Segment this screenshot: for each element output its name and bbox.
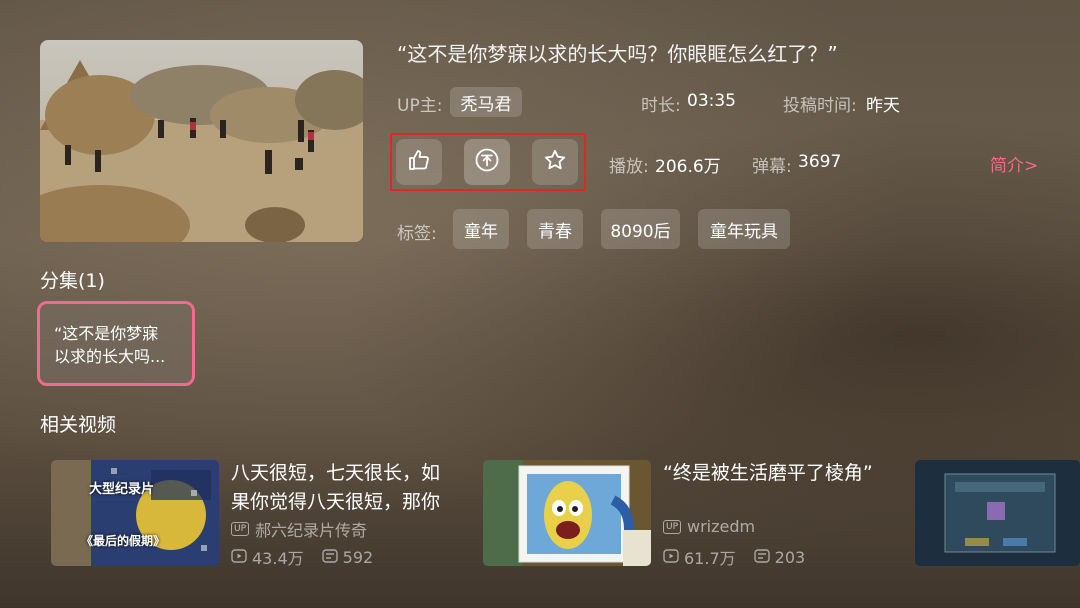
related-danmaku: 203: [774, 547, 806, 567]
posted-label: 投稿时间:: [783, 96, 857, 116]
episodes-title: 分集(1): [40, 270, 105, 292]
related-danmaku: 592: [342, 547, 374, 567]
related-up-name: 郝六纪录片传奇: [255, 521, 368, 540]
related-thumb[interactable]: [915, 460, 1080, 566]
tag-chip[interactable]: 8090后: [601, 209, 680, 249]
related-title: 相关视频: [40, 414, 117, 436]
related-thumb[interactable]: [483, 460, 651, 566]
related-title-line: 八天很短，七天很长，如: [231, 462, 441, 484]
danmaku-value: 3697: [798, 152, 842, 172]
posted-value: 昨天: [866, 96, 900, 116]
thumb-caption: 《最后的假期》: [81, 534, 166, 548]
related-item-title[interactable]: “终是被生活磨平了棱角”: [663, 459, 903, 488]
tag-chip[interactable]: 童年: [453, 209, 509, 249]
duration-label: 时长:: [641, 96, 681, 116]
episode-card[interactable]: “这不是你梦寐 以求的长大吗...: [37, 301, 195, 386]
related-thumb[interactable]: 大型纪录片 《最后的假期》: [51, 460, 219, 566]
video-title: “这不是你梦寐以求的长大吗？你眼眶怎么红了？”: [397, 42, 838, 66]
danmaku-label: 弹幕:: [752, 157, 792, 177]
like-button[interactable]: [396, 139, 442, 185]
plays-label: 播放:: [609, 157, 649, 177]
intro-link[interactable]: 简介>: [990, 151, 1038, 176]
coin-icon: [474, 147, 500, 177]
coin-button[interactable]: [464, 139, 510, 185]
play-count-icon: [663, 548, 679, 567]
play-count-icon: [231, 548, 247, 567]
related-item-title[interactable]: 八天很短，七天很长，如 果你觉得八天很短，那你: [231, 459, 463, 517]
up-label: UP主:: [397, 96, 443, 116]
tags-label: 标签:: [397, 224, 437, 244]
thumb-caption: 大型纪录片: [89, 482, 155, 497]
up-badge-icon: UP: [231, 522, 250, 536]
tag-chip[interactable]: 童年玩具: [698, 209, 790, 249]
tag-chip[interactable]: 青春: [527, 209, 583, 249]
danmaku-icon: [321, 548, 338, 567]
favorite-button[interactable]: [532, 139, 578, 185]
episode-title-line2: 以求的长大吗...: [54, 347, 166, 366]
episode-title-line1: “这不是你梦寐: [54, 324, 159, 343]
up-badge-icon: UP: [663, 519, 682, 534]
related-stats: 43.4万 592: [231, 545, 373, 569]
plays-value: 206.6万: [655, 157, 721, 177]
related-plays: 43.4万: [252, 549, 304, 568]
star-icon: [543, 148, 567, 176]
related-title-line: 果你觉得八天很短，那你: [231, 491, 441, 513]
related-stats: 61.7万 203: [663, 545, 805, 569]
related-plays: 61.7万: [684, 549, 736, 568]
related-up-name: wrizedm: [687, 517, 756, 536]
thumbs-up-icon: [407, 148, 431, 176]
video-cover: [40, 40, 363, 242]
related-up: UP wrizedm: [663, 517, 755, 536]
duration-value: 03:35: [687, 91, 736, 111]
danmaku-icon: [753, 548, 770, 567]
up-name-button[interactable]: 秃马君: [450, 87, 522, 117]
related-up: UP 郝六纪录片传奇: [231, 517, 367, 541]
